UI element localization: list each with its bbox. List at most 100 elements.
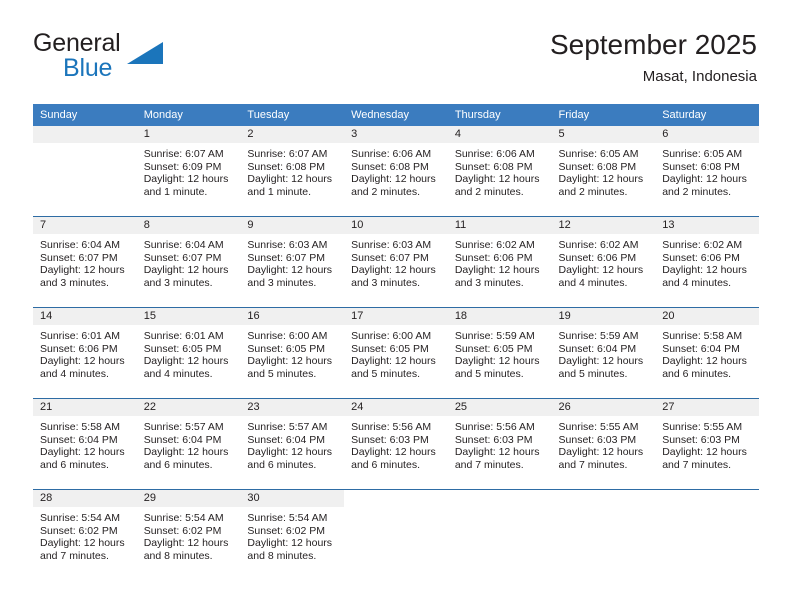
sunrise-text: Sunrise: 6:04 AM bbox=[40, 239, 120, 251]
day-cell[interactable] bbox=[344, 489, 448, 580]
day-cell-inner bbox=[655, 490, 759, 580]
day-cell[interactable]: 14 Sunrise: 6:01 AM Sunset: 6:06 PM Dayl… bbox=[33, 307, 137, 399]
day-cell-inner: 18 Sunrise: 5:59 AM Sunset: 6:05 PM Dayl… bbox=[447, 308, 552, 398]
day-cell[interactable]: 25 Sunrise: 5:56 AM Sunset: 6:03 PM Dayl… bbox=[447, 398, 552, 490]
sunrise-text: Sunrise: 5:59 AM bbox=[454, 330, 535, 342]
day-cell-inner: 17 Sunrise: 6:00 AM Sunset: 6:05 PM Dayl… bbox=[344, 308, 448, 398]
day-cell[interactable] bbox=[33, 126, 137, 217]
day-cell[interactable]: 10 Sunrise: 6:03 AM Sunset: 6:07 PM Dayl… bbox=[344, 216, 448, 308]
day-cell[interactable]: 30 Sunrise: 5:54 AM Sunset: 6:02 PM Dayl… bbox=[240, 489, 345, 580]
day-number: 9 bbox=[240, 217, 345, 234]
page-header: General Blue September 2025 Masat, Indon… bbox=[0, 0, 792, 100]
day-number: 3 bbox=[344, 126, 448, 143]
sunrise-text: Sunrise: 5:57 AM bbox=[143, 421, 224, 433]
daylight-text-line1: Daylight: 12 hours bbox=[247, 173, 333, 186]
day-cell[interactable]: 22 Sunrise: 5:57 AM Sunset: 6:04 PM Dayl… bbox=[136, 398, 241, 490]
day-cell[interactable]: 18 Sunrise: 5:59 AM Sunset: 6:05 PM Dayl… bbox=[447, 307, 552, 399]
day-number: 15 bbox=[136, 308, 241, 325]
daylight-text-line2: and 5 minutes. bbox=[351, 367, 420, 380]
day-cell[interactable] bbox=[551, 489, 656, 580]
day-cell[interactable]: 24 Sunrise: 5:56 AM Sunset: 6:03 PM Dayl… bbox=[344, 398, 448, 490]
sunrise-text: Sunrise: 6:00 AM bbox=[247, 330, 328, 342]
day-cell[interactable]: 17 Sunrise: 6:00 AM Sunset: 6:05 PM Dayl… bbox=[344, 307, 448, 399]
daylight-text-line1: Daylight: 12 hours bbox=[247, 537, 333, 550]
day-cell[interactable]: 19 Sunrise: 5:59 AM Sunset: 6:04 PM Dayl… bbox=[551, 307, 656, 399]
day-cell[interactable] bbox=[447, 489, 552, 580]
day-cell[interactable]: 13 Sunrise: 6:02 AM Sunset: 6:06 PM Dayl… bbox=[655, 216, 759, 308]
general-blue-logo[interactable]: General Blue bbox=[33, 30, 233, 82]
title-block: September 2025 Masat, Indonesia bbox=[550, 28, 757, 86]
week-row: 21 Sunrise: 5:58 AM Sunset: 6:04 PM Dayl… bbox=[33, 398, 759, 490]
day-number: 21 bbox=[33, 399, 137, 416]
sunset-text: Sunset: 6:05 PM bbox=[143, 342, 222, 355]
day-cell[interactable]: 5 Sunrise: 6:05 AM Sunset: 6:08 PM Dayli… bbox=[551, 126, 656, 217]
sunrise-text: Sunrise: 6:07 AM bbox=[143, 148, 224, 160]
daylight-text-line2: and 3 minutes. bbox=[143, 276, 213, 289]
day-number: 2 bbox=[240, 126, 345, 143]
sunset-text: Sunset: 6:07 PM bbox=[351, 251, 429, 264]
sunrise-text: Sunrise: 5:55 AM bbox=[558, 421, 639, 433]
day-cell[interactable] bbox=[655, 489, 759, 580]
day-cell[interactable]: 27 Sunrise: 5:55 AM Sunset: 6:03 PM Dayl… bbox=[655, 398, 759, 490]
day-cell-inner: 14 Sunrise: 6:01 AM Sunset: 6:06 PM Dayl… bbox=[33, 308, 137, 398]
day-cell-inner: 20 Sunrise: 5:58 AM Sunset: 6:04 PM Dayl… bbox=[655, 308, 759, 398]
week-row: 1 Sunrise: 6:07 AM Sunset: 6:09 PM Dayli… bbox=[33, 126, 759, 217]
weekday-header-tuesday: Tuesday bbox=[240, 104, 345, 126]
day-cell[interactable]: 12 Sunrise: 6:02 AM Sunset: 6:06 PM Dayl… bbox=[551, 216, 656, 308]
sunrise-text: Sunrise: 6:03 AM bbox=[247, 239, 328, 251]
sunrise-text: Sunrise: 5:54 AM bbox=[40, 512, 120, 524]
daylight-text-line2: and 7 minutes. bbox=[558, 458, 628, 471]
day-details: Sunrise: 6:00 AM Sunset: 6:05 PM Dayligh… bbox=[344, 325, 448, 380]
sunrise-text: Sunrise: 6:07 AM bbox=[247, 148, 328, 160]
day-details: Sunrise: 5:54 AM Sunset: 6:02 PM Dayligh… bbox=[33, 507, 137, 562]
day-cell[interactable]: 15 Sunrise: 6:01 AM Sunset: 6:05 PM Dayl… bbox=[136, 307, 241, 399]
day-number bbox=[344, 490, 448, 507]
day-cell[interactable]: 26 Sunrise: 5:55 AM Sunset: 6:03 PM Dayl… bbox=[551, 398, 656, 490]
sunset-text: Sunset: 6:04 PM bbox=[40, 433, 118, 446]
sunset-text: Sunset: 6:03 PM bbox=[454, 433, 533, 446]
sunset-text: Sunset: 6:06 PM bbox=[662, 251, 740, 264]
day-details: Sunrise: 6:04 AM Sunset: 6:07 PM Dayligh… bbox=[137, 234, 241, 289]
day-cell[interactable]: 29 Sunrise: 5:54 AM Sunset: 6:02 PM Dayl… bbox=[136, 489, 241, 580]
day-cell[interactable]: 1 Sunrise: 6:07 AM Sunset: 6:09 PM Dayli… bbox=[136, 126, 241, 217]
day-cell[interactable]: 7 Sunrise: 6:04 AM Sunset: 6:07 PM Dayli… bbox=[33, 216, 137, 308]
day-cell[interactable]: 23 Sunrise: 5:57 AM Sunset: 6:04 PM Dayl… bbox=[240, 398, 345, 490]
sunset-text: Sunset: 6:08 PM bbox=[558, 160, 637, 173]
sunset-text: Sunset: 6:04 PM bbox=[247, 433, 326, 446]
day-cell-inner bbox=[551, 490, 656, 580]
daylight-text-line2: and 3 minutes. bbox=[454, 276, 524, 289]
daylight-text-line1: Daylight: 12 hours bbox=[247, 355, 333, 368]
daylight-text-line1: Daylight: 12 hours bbox=[247, 264, 333, 277]
day-cell-inner: 7 Sunrise: 6:04 AM Sunset: 6:07 PM Dayli… bbox=[33, 217, 137, 307]
day-number: 30 bbox=[240, 490, 345, 507]
day-number: 10 bbox=[344, 217, 448, 234]
daylight-text-line2: and 6 minutes. bbox=[40, 458, 109, 471]
daylight-text-line2: and 4 minutes. bbox=[40, 367, 109, 380]
page-subtitle-location: Masat, Indonesia bbox=[642, 68, 757, 85]
day-cell[interactable]: 11 Sunrise: 6:02 AM Sunset: 6:06 PM Dayl… bbox=[447, 216, 552, 308]
day-cell[interactable]: 16 Sunrise: 6:00 AM Sunset: 6:05 PM Dayl… bbox=[240, 307, 345, 399]
day-cell[interactable]: 3 Sunrise: 6:06 AM Sunset: 6:08 PM Dayli… bbox=[344, 126, 448, 217]
day-cell-inner: 21 Sunrise: 5:58 AM Sunset: 6:04 PM Dayl… bbox=[33, 399, 137, 489]
daylight-text-line2: and 7 minutes. bbox=[662, 458, 732, 471]
sunrise-text: Sunrise: 6:05 AM bbox=[662, 148, 743, 160]
day-details: Sunrise: 6:07 AM Sunset: 6:09 PM Dayligh… bbox=[137, 143, 241, 198]
day-cell[interactable]: 4 Sunrise: 6:06 AM Sunset: 6:08 PM Dayli… bbox=[447, 126, 552, 217]
day-cell[interactable]: 28 Sunrise: 5:54 AM Sunset: 6:02 PM Dayl… bbox=[33, 489, 137, 580]
day-number: 25 bbox=[447, 399, 552, 416]
daylight-text-line2: and 5 minutes. bbox=[247, 367, 317, 380]
day-cell[interactable]: 6 Sunrise: 6:05 AM Sunset: 6:08 PM Dayli… bbox=[655, 126, 759, 217]
day-cell[interactable]: 8 Sunrise: 6:04 AM Sunset: 6:07 PM Dayli… bbox=[136, 216, 241, 308]
sunset-text: Sunset: 6:09 PM bbox=[143, 160, 222, 173]
daylight-text-line1: Daylight: 12 hours bbox=[351, 264, 436, 277]
sunset-text: Sunset: 6:06 PM bbox=[40, 342, 118, 355]
sunrise-text: Sunrise: 5:56 AM bbox=[351, 421, 432, 433]
day-cell[interactable]: 20 Sunrise: 5:58 AM Sunset: 6:04 PM Dayl… bbox=[655, 307, 759, 399]
day-number: 23 bbox=[240, 399, 345, 416]
sunset-text: Sunset: 6:08 PM bbox=[351, 160, 429, 173]
sunrise-text: Sunrise: 6:05 AM bbox=[558, 148, 639, 160]
day-cell[interactable]: 9 Sunrise: 6:03 AM Sunset: 6:07 PM Dayli… bbox=[240, 216, 345, 308]
day-cell[interactable]: 21 Sunrise: 5:58 AM Sunset: 6:04 PM Dayl… bbox=[33, 398, 137, 490]
day-cell[interactable]: 2 Sunrise: 6:07 AM Sunset: 6:08 PM Dayli… bbox=[240, 126, 345, 217]
daylight-text-line2: and 2 minutes. bbox=[454, 185, 524, 198]
